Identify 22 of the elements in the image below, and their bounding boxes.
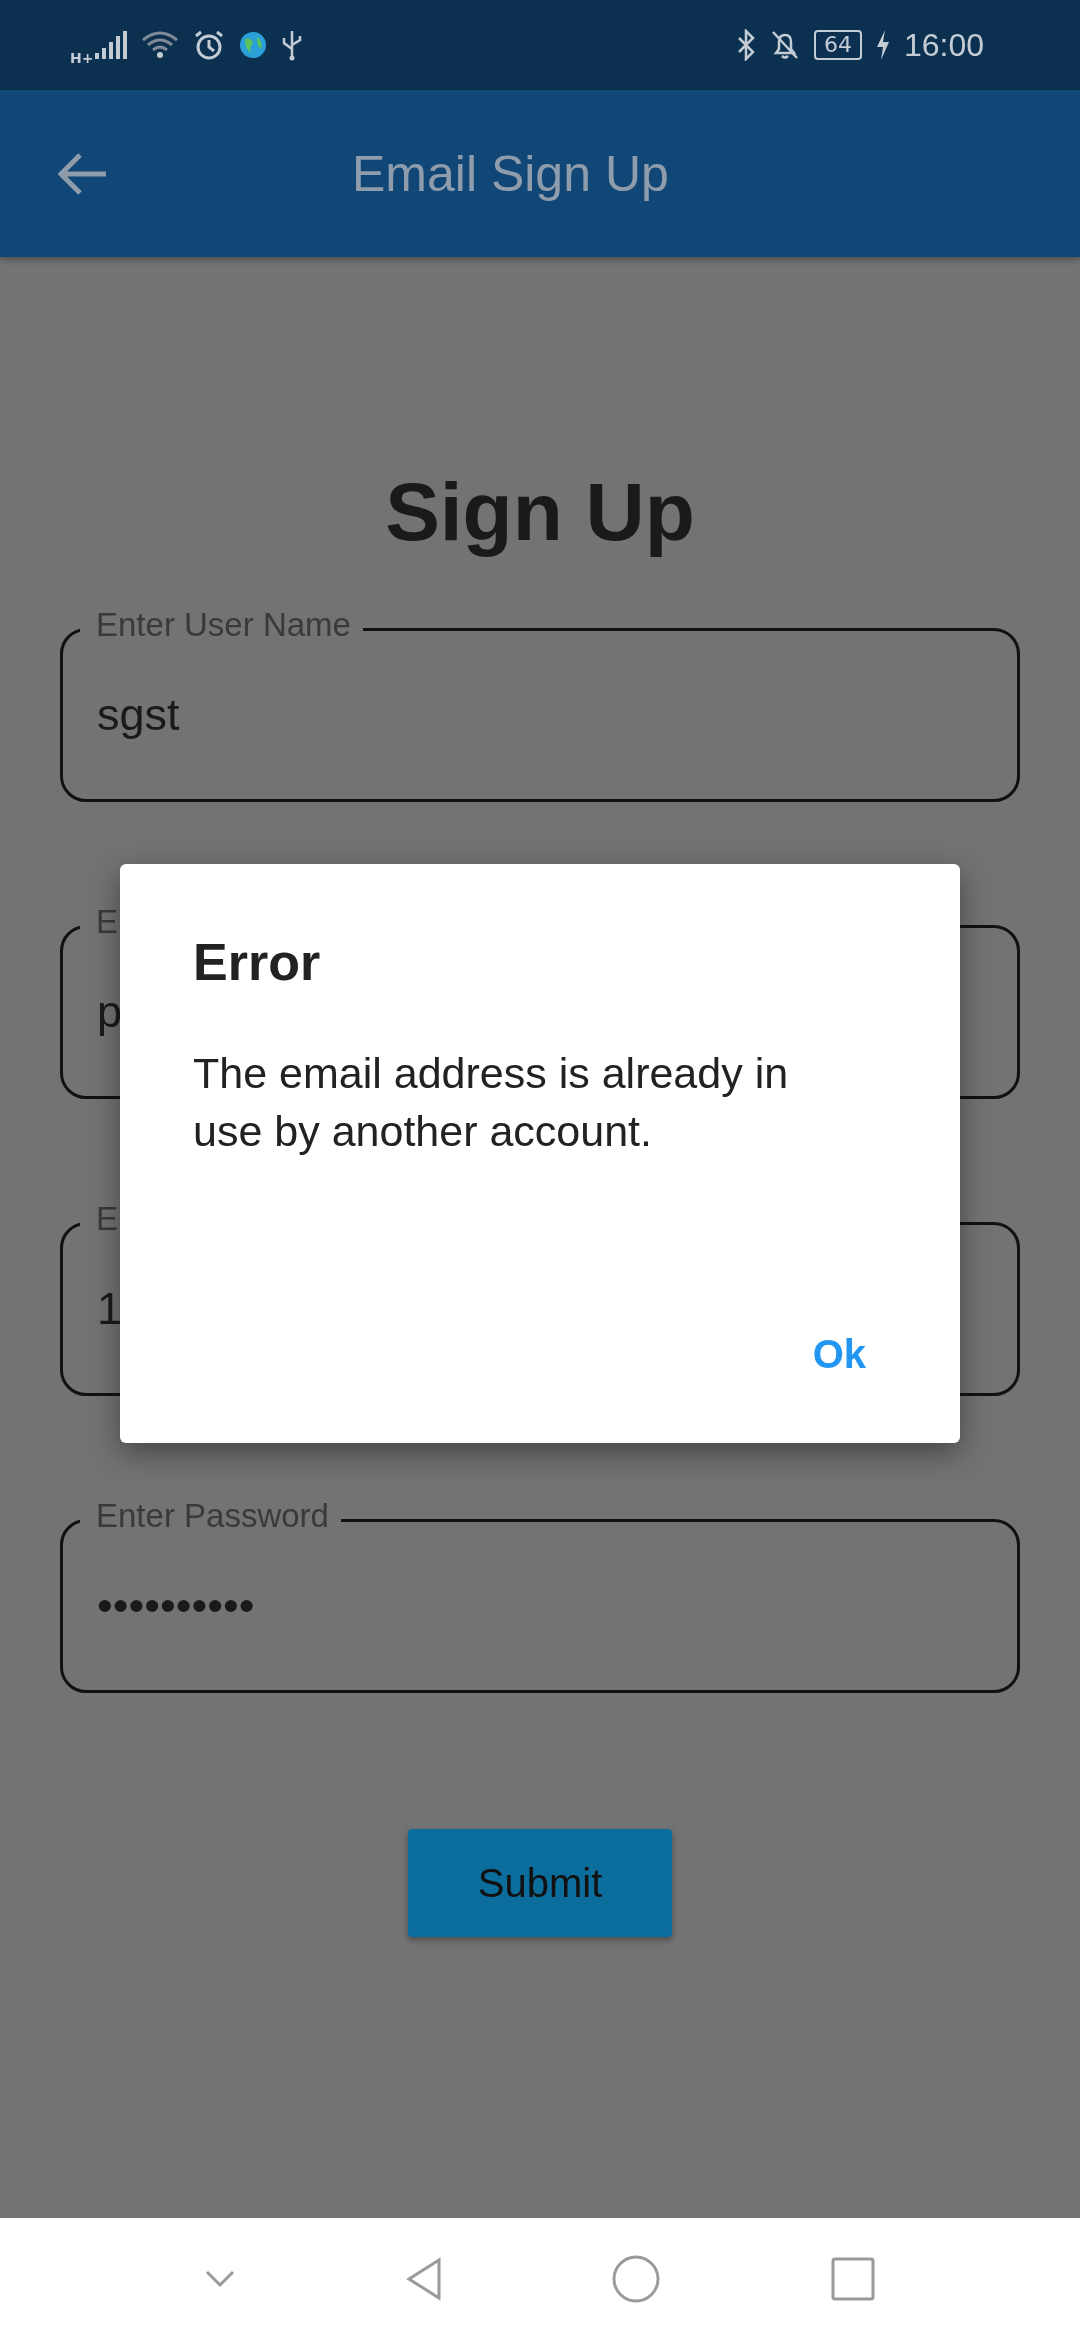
- page-heading: Sign Up: [385, 465, 695, 559]
- alarm-icon: [193, 29, 226, 61]
- back-triangle-icon[interactable]: [405, 2257, 442, 2301]
- signal-icon: [95, 31, 128, 59]
- network-type: H+: [70, 50, 94, 66]
- charging-icon: [875, 30, 890, 60]
- dialog-message: The email address is already in use by another account.: [193, 1048, 790, 1157]
- chevron-down-icon[interactable]: [205, 2270, 236, 2288]
- wifi-icon: [141, 30, 180, 60]
- recents-square-icon[interactable]: [830, 2257, 875, 2301]
- submit-button[interactable]: Submit: [408, 1829, 672, 1937]
- app-bar-title: Email Sign Up: [352, 144, 669, 203]
- back-arrow-icon[interactable]: [58, 151, 108, 196]
- ok-button[interactable]: Ok: [794, 1316, 884, 1393]
- globe-icon: [239, 31, 268, 59]
- battery-indicator: 64: [813, 30, 862, 60]
- home-circle-icon[interactable]: [612, 2255, 661, 2303]
- bluetooth-icon: [735, 29, 756, 61]
- dialog-title: Error: [193, 932, 322, 992]
- usb-icon: [281, 29, 304, 61]
- muted-bell-icon: [769, 29, 800, 61]
- clock: 16:00: [903, 26, 984, 64]
